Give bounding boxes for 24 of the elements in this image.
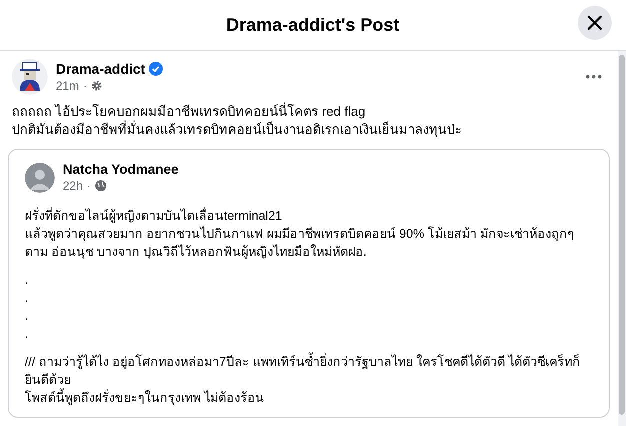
author-name[interactable]: Drama-addict xyxy=(56,61,146,77)
author-name[interactable]: Natcha Yodmanee xyxy=(63,162,593,177)
post-text: . xyxy=(25,290,30,307)
dialog-title: Drama-addict's Post xyxy=(226,14,400,36)
post-text: . xyxy=(25,326,30,343)
post-time[interactable]: 21m xyxy=(56,79,80,93)
shared-post-card[interactable] xyxy=(8,149,610,418)
post-text: /// ถามว่ารู้ได้ไง อยู่อโศกทองหล่อมา7ปีละ แพทเทิร์นซ้ำยิ่งกว่ารัฐบาลไทย ใครโชคดีได้ตัวดี ได้ตัวซีเคร็ทก็ยินดีด้วย xyxy=(25,353,593,389)
post-text: . xyxy=(25,272,30,289)
gear-icon xyxy=(91,80,104,92)
globe-icon xyxy=(95,180,108,192)
separator-dot: · xyxy=(87,179,92,193)
separator-dot: · xyxy=(83,79,88,93)
post-text: โพสต์นี้พูดถึงฝรั่งขยะๆในกรุงเทพ ไม่ต้องร้อน xyxy=(25,389,593,407)
post-text: แล้วพูดว่าคุณสวยมาก อยากชวนไปกินกาแฟ ผมมีอาชีพเทรดบิดคอยน์ 90% โม้เยสม้า มักจะเช่าห้องถูกๆตาม อ่อนนุช บางจาก ปุณวิถีไว้หลอกฟันผู้หญิงไทยมือใหม่หัดฝอ. xyxy=(25,226,576,261)
profile-photo-placeholder[interactable] xyxy=(25,162,55,192)
cartoon-avatar[interactable] xyxy=(12,59,48,95)
post-time[interactable]: 22h xyxy=(63,179,84,193)
post-text: ถถถถถ ไอ้ประโยคบอกผมมีอาชีพเทรดบิทคอยน์นี่โคตร red flag xyxy=(12,103,367,120)
scrollbar-thumb[interactable] xyxy=(619,55,625,415)
post-text: . xyxy=(25,308,30,325)
post-text: ปกติมันต้องมีอาชีพที่มั่นคงแล้วเทรดบิทคอยน์เป็นงานอดิเรกเอาเงินเย็นมาลงทุนป่ะ xyxy=(12,121,463,139)
close-icon[interactable] xyxy=(578,6,612,40)
post-text: ฝรั่งที่ดักขอไลน์ผู้หญิงตามบันไดเลื่อนterminal21 xyxy=(25,207,284,225)
